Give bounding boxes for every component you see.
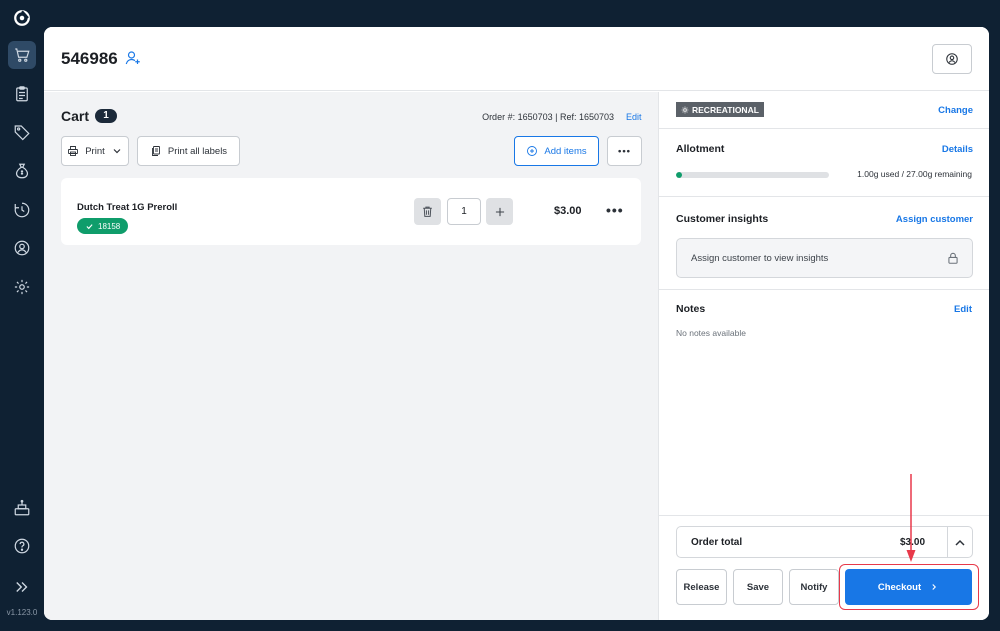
main-panel: 546986 Cart 1 Order #: 1650703 | Ref: 16… <box>44 27 989 620</box>
sidebar-item-cash[interactable] <box>8 157 36 185</box>
print-label: Print <box>85 145 105 157</box>
cart-title: Cart <box>61 108 90 124</box>
printer-icon <box>68 146 79 156</box>
cart-icon <box>15 48 30 62</box>
user-circle-icon <box>946 53 958 65</box>
checkout-button[interactable]: Checkout <box>845 569 972 605</box>
order-total-label: Order total <box>691 537 743 548</box>
gear-icon <box>14 279 30 295</box>
add-items-label: Add items <box>544 145 587 157</box>
sidebar-item-cart[interactable] <box>8 41 36 69</box>
labels-icon <box>151 146 160 156</box>
sidebar-expand-button[interactable] <box>8 573 36 601</box>
item-tag-label: 18158 <box>98 221 121 231</box>
save-button[interactable]: Save <box>733 569 783 605</box>
cart-pane: Cart 1 Order #: 1650703 | Ref: 1650703 E… <box>44 92 658 620</box>
notes-title: Notes <box>676 303 706 315</box>
item-more-button[interactable]: ••• <box>606 202 624 218</box>
sidebar-item-products[interactable] <box>8 118 36 146</box>
app-logo[interactable] <box>10 6 34 30</box>
customer-profile-button[interactable] <box>932 44 972 74</box>
allotment-summary: 1.00g used / 27.00g remaining <box>857 169 972 179</box>
checkout-label: Checkout <box>877 581 922 593</box>
notify-button[interactable]: Notify <box>789 569 839 605</box>
help-icon <box>14 538 30 554</box>
customer-icon <box>14 240 30 256</box>
check-icon <box>86 223 93 229</box>
insights-placeholder-box[interactable]: Assign customer to view insights <box>676 238 973 278</box>
quantity-input[interactable]: 1 <box>447 198 481 225</box>
allotment-title: Allotment <box>676 143 725 155</box>
customer-type-label: RECREATIONAL <box>692 104 759 115</box>
item-price: $3.00 <box>554 205 582 217</box>
cart-more-button[interactable]: ••• <box>607 136 642 166</box>
tag-icon <box>14 125 30 141</box>
register-icon <box>14 499 30 516</box>
footer-divider <box>659 515 989 516</box>
sidebar: v1.123.0 <box>0 0 44 631</box>
cart-count-badge: 1 <box>95 109 117 123</box>
order-header: 546986 <box>44 27 989 91</box>
customer-type-section: RECREATIONAL Change <box>659 92 989 129</box>
remove-item-button[interactable] <box>414 198 441 225</box>
print-all-labels-button[interactable]: Print all labels <box>137 136 240 166</box>
expand-icon <box>16 582 28 592</box>
annotation-arrow-icon <box>906 474 916 562</box>
add-items-button[interactable]: Add items <box>514 136 599 166</box>
clipboard-icon <box>16 86 28 102</box>
allotment-progress-bar <box>676 172 829 178</box>
sidebar-item-register[interactable] <box>8 494 36 522</box>
customer-type-badge: RECREATIONAL <box>676 102 764 117</box>
order-total-box: Order total $3.00 <box>676 526 973 558</box>
edit-notes-link[interactable]: Edit <box>954 304 972 315</box>
customer-insights-title: Customer insights <box>676 213 769 225</box>
print-button[interactable]: Print <box>61 136 129 166</box>
item-package-tag: 18158 <box>77 218 129 234</box>
money-bag-icon <box>15 163 29 179</box>
notes-empty-text: No notes available <box>676 328 746 338</box>
assign-customer-link[interactable]: Assign customer <box>896 214 973 225</box>
sidebar-item-help[interactable] <box>8 532 36 560</box>
allotment-progress-fill <box>676 172 683 178</box>
allotment-section: Allotment Details <box>659 129 989 197</box>
chevron-down-icon <box>113 149 121 154</box>
plus-circle-icon <box>527 146 538 156</box>
trash-icon <box>423 206 432 217</box>
chevron-right-icon <box>932 584 937 590</box>
app-version: v1.123.0 <box>6 608 38 617</box>
release-button[interactable]: Release <box>676 569 727 605</box>
sidebar-item-customers[interactable] <box>8 234 36 262</box>
allotment-details-link[interactable]: Details <box>942 144 973 155</box>
history-icon <box>14 202 30 218</box>
increase-quantity-button[interactable] <box>486 198 513 225</box>
lock-icon <box>948 252 958 264</box>
cart-item: Dutch Treat 1G Preroll 18158 1 $3.00 ••• <box>61 178 641 245</box>
sidebar-item-history[interactable] <box>8 196 36 224</box>
customer-panel: RECREATIONAL Change Allotment Details 1.… <box>658 92 989 620</box>
sidebar-item-orders[interactable] <box>8 80 36 108</box>
order-id: 546986 <box>61 49 118 68</box>
edit-order-link[interactable]: Edit <box>626 112 642 122</box>
order-reference: Order #: 1650703 | Ref: 1650703 <box>482 112 614 122</box>
add-customer-icon[interactable] <box>124 49 142 67</box>
insights-placeholder-text: Assign customer to view insights <box>691 253 829 264</box>
plus-icon <box>495 207 504 216</box>
item-name: Dutch Treat 1G Preroll <box>77 202 178 213</box>
sun-icon <box>681 106 689 113</box>
order-total-divider <box>947 527 948 557</box>
chevron-up-icon[interactable] <box>952 535 968 551</box>
change-customer-type-link[interactable]: Change <box>938 105 973 116</box>
sidebar-item-settings[interactable] <box>8 273 36 301</box>
print-all-labels-label: Print all labels <box>167 145 228 157</box>
